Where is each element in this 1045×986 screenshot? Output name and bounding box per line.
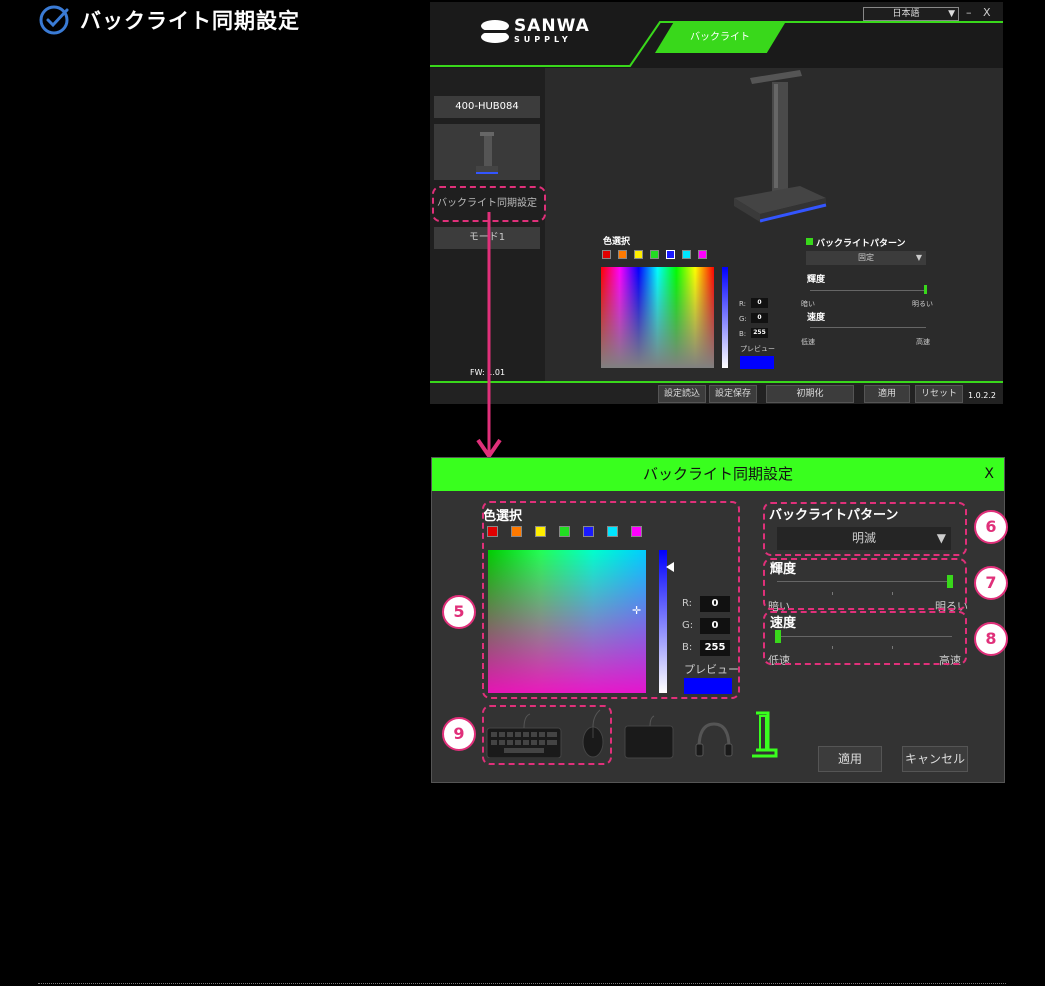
- app-version: 1.0.2.2: [968, 391, 996, 400]
- section-heading: バックライト同期設定: [38, 4, 300, 36]
- preview-color: [740, 356, 774, 369]
- load-settings-button[interactable]: 設定読込: [658, 385, 706, 403]
- swatch-orange[interactable]: [618, 250, 627, 259]
- swatch-blue[interactable]: [666, 250, 675, 259]
- check-circle-icon: [39, 5, 69, 35]
- dialog-title: バックライト同期設定: [642, 465, 793, 483]
- initialize-button[interactable]: 初期化: [766, 385, 854, 403]
- callout-box-7: [763, 558, 967, 610]
- callout-badge-7: 7: [974, 566, 1008, 600]
- pointer-arrow: [476, 212, 502, 458]
- sanwa-logo-icon: [481, 20, 509, 43]
- value-slider[interactable]: [722, 267, 728, 368]
- logo-text-top: SANWA: [514, 16, 590, 36]
- device-name: 400-HUB084: [455, 101, 519, 112]
- callout-box-5: [482, 501, 740, 699]
- headphones-icon[interactable]: [694, 720, 734, 758]
- apply-button[interactable]: 適用: [818, 746, 882, 772]
- sync-dialog: バックライト同期設定 X 色選択 ✛ R: 0 G: 0 B: 255 プレビュ…: [431, 457, 1005, 783]
- dialog-close-button[interactable]: X: [984, 458, 994, 491]
- brightness-high: 明るい: [912, 300, 933, 308]
- cancel-button[interactable]: キャンセル: [902, 746, 968, 772]
- section-title: バックライト同期設定: [80, 9, 300, 33]
- language-value: 日本語: [892, 9, 920, 19]
- b-label: B:: [739, 330, 747, 338]
- brightness-label: 輝度: [807, 275, 826, 285]
- tab-backlight[interactable]: バックライト: [655, 23, 785, 53]
- callout-badge-5: 5: [442, 595, 476, 629]
- b-value[interactable]: 255: [751, 328, 768, 338]
- swatch-cyan[interactable]: [682, 250, 691, 259]
- callout-badge-8: 8: [974, 622, 1008, 656]
- headset-stand-icon[interactable]: [750, 710, 780, 760]
- pattern-indicator: [806, 238, 813, 245]
- r-value[interactable]: 0: [751, 298, 768, 308]
- apply-button[interactable]: 適用: [864, 385, 910, 403]
- close-button[interactable]: X: [983, 6, 991, 19]
- dialog-title-bar: バックライト同期設定: [432, 458, 1004, 491]
- reset-button[interactable]: リセット: [915, 385, 963, 403]
- color-select-label: 色選択: [603, 237, 631, 247]
- logo-text-bottom: SUPPLY: [514, 35, 572, 44]
- color-swatches: [602, 250, 707, 259]
- pattern-label: バックライトパターン: [816, 239, 906, 249]
- speed-track[interactable]: [810, 327, 926, 328]
- headset-stand-icon: [476, 132, 498, 174]
- device-select[interactable]: 400-HUB084: [434, 96, 540, 118]
- callout-box-9: [482, 705, 612, 765]
- swatch-magenta[interactable]: [698, 250, 707, 259]
- g-value[interactable]: 0: [751, 313, 768, 323]
- brightness-track[interactable]: [810, 290, 926, 291]
- sanwa-logo: SANWA SUPPLY: [480, 16, 590, 46]
- brightness-thumb[interactable]: [924, 285, 927, 294]
- speed-label: 速度: [807, 313, 826, 323]
- pattern-select[interactable]: 固定 ▼: [806, 251, 926, 265]
- color-spectrum[interactable]: [601, 267, 714, 368]
- chevron-down-icon: ▼: [915, 253, 922, 262]
- device-thumbnail[interactable]: [434, 124, 540, 180]
- bottom-divider: [38, 983, 1006, 984]
- pattern-value: 固定: [858, 253, 874, 262]
- swatch-yellow[interactable]: [634, 250, 643, 259]
- swatch-green[interactable]: [650, 250, 659, 259]
- callout-badge-6: 6: [974, 510, 1008, 544]
- callout-badge-9: 9: [442, 717, 476, 751]
- speed-high: 高速: [916, 338, 930, 346]
- callout-box-6: [763, 502, 967, 556]
- r-label: R:: [739, 300, 747, 308]
- swatch-red[interactable]: [602, 250, 611, 259]
- callout-box-8: [763, 611, 967, 665]
- save-settings-button[interactable]: 設定保存: [709, 385, 757, 403]
- app-window: SANWA SUPPLY 日本語 ▼ – X バックライト 400-HUB084…: [430, 2, 1003, 404]
- language-select[interactable]: 日本語 ▼: [863, 7, 959, 21]
- minimize-button[interactable]: –: [966, 6, 972, 19]
- product-image: [734, 70, 827, 223]
- chevron-down-icon: ▼: [948, 9, 955, 19]
- preview-label: プレビュー: [740, 345, 775, 353]
- brightness-low: 暗い: [801, 300, 815, 308]
- mousepad-icon[interactable]: [624, 714, 676, 760]
- g-label: G:: [739, 315, 747, 323]
- speed-low: 低速: [801, 338, 815, 346]
